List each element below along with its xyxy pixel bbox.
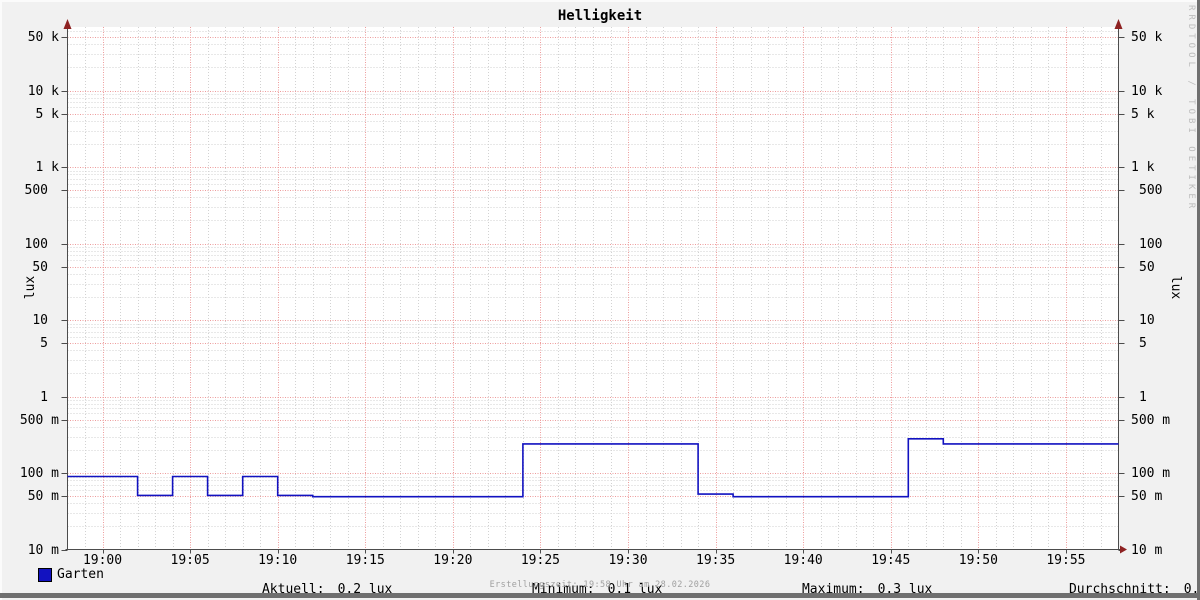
y-axis-label-left: 10 k [27,84,59,99]
x-axis-label: 19:00 [82,553,123,568]
y-axis-label-right: 50 [1139,260,1155,275]
y-axis-label-left: 500 m [19,413,59,428]
y-axis-label-right: 50 m [1131,489,1163,504]
border-top [0,0,1200,2]
y-axis-label-left: 1 [40,390,48,405]
x-axis-label: 19:05 [170,553,210,568]
rrdtool-graph: Helligkeit 50 k 10 k5 k1 k 500 100 50 10 5 1 500… [0,0,1200,600]
y-axis-label-right: 10 m [1131,543,1163,558]
x-axis-label: 19:40 [783,553,823,568]
x-axis-label: 19:10 [258,553,298,568]
y-axis-label-right: 5 [1139,336,1147,351]
y-axis-label-right: 50 k [1131,30,1163,45]
y-axis-label-right: 10 [1139,313,1155,328]
y-axis-label-right: 10 k [1131,84,1163,99]
border-bottom [0,593,1200,598]
y-axis-label-right: 1 [1139,390,1147,405]
y-axis-label-right: 100 m [1131,466,1171,481]
watermark: RRDTOOL / TOBI OETIKER [1186,5,1196,213]
y-axis-label-left: 50 [32,260,48,275]
y-axis-label-left: 10 m [27,543,59,558]
x-axis-label: 19:30 [608,553,648,568]
y-axis-label-left: 1 k [35,160,59,175]
footer-created-text: Erstellungszeit: 19:58 Uhr am 28.02.2026 [489,580,711,590]
y-axis-label-right: 500 m [1131,413,1171,428]
y-axis-label-left: 5 [40,336,48,351]
x-axis-label: 19:20 [433,553,473,568]
x-axis-label: 19:25 [520,553,560,568]
y-axis-label-right: 100 [1139,237,1163,252]
y-axis-arrow-left [63,19,72,29]
y-unit-right: lux [1168,275,1184,300]
y-axis-label-right: 5 k [1131,107,1155,122]
y-axis-label-right: 1 k [1131,160,1155,175]
x-axis-label: 19:45 [871,553,911,568]
x-axis-label: 19:35 [696,553,736,568]
plot-area [61,19,1127,554]
x-axis-label: 19:50 [958,553,998,568]
y-axis-label-right: 500 [1139,183,1163,198]
y-axis-label-left: 50 m [27,489,59,504]
y-unit-left: lux [23,275,39,300]
y-axis-label-left: 50 k [27,30,59,45]
y-axis-label-left: 5 k [35,107,59,122]
y-axis-label-left: 100 m [19,466,59,481]
border-left [0,0,2,600]
x-axis-label: 19:15 [345,553,385,568]
x-axis-label: 19:55 [1046,553,1086,568]
x-axis-arrow [1120,545,1127,554]
y-axis-label-left: 10 [32,313,48,328]
y-axis-label-left: 500 [24,183,48,198]
y-axis-arrow-right [1114,19,1123,29]
y-axis-label-left: 100 [24,237,48,252]
